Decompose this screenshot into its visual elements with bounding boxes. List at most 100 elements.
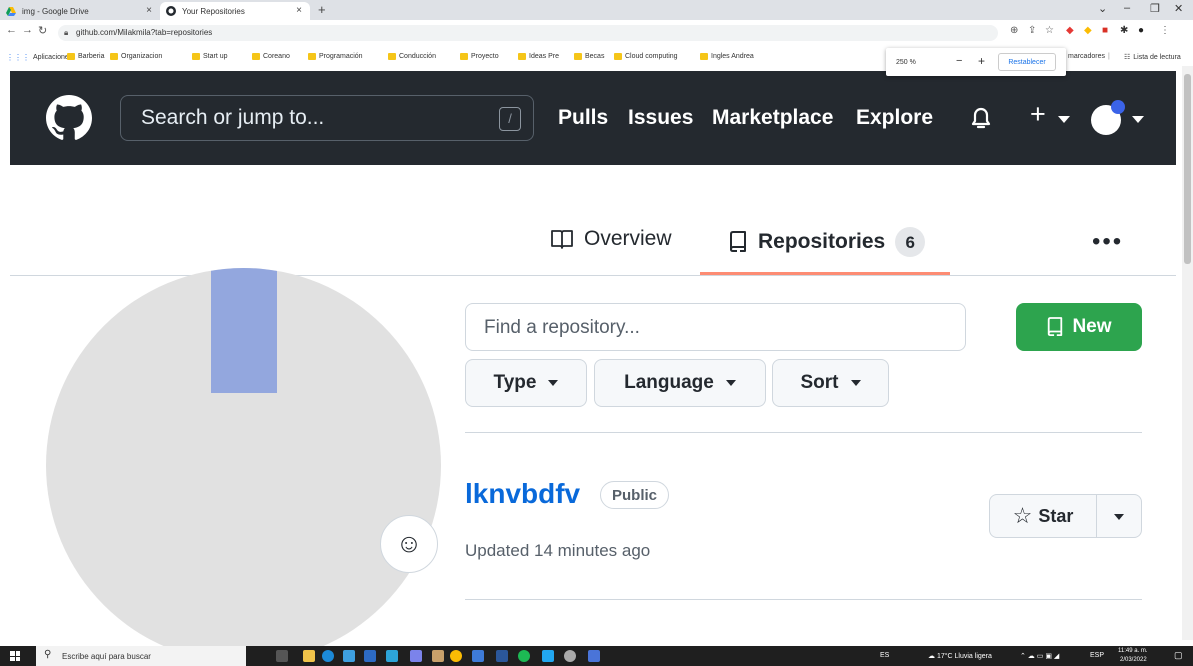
settings-gear-icon[interactable] [564, 650, 576, 662]
app-icon[interactable] [588, 650, 600, 662]
word-icon[interactable] [496, 650, 508, 662]
bookmark-item[interactable]: Cloud computing [614, 53, 678, 60]
close-window-button[interactable]: ✕ [1174, 2, 1183, 15]
tab-search-icon[interactable]: ⌄ [1098, 2, 1107, 15]
weather-widget[interactable]: ☁ 17°C Lluvia ligera [928, 652, 992, 660]
new-tab-button[interactable]: + [318, 2, 326, 17]
bookmark-label: Cloud computing [625, 53, 678, 60]
filter-sort[interactable]: Sort [772, 359, 889, 407]
profile-avatar[interactable] [46, 268, 441, 663]
chrome-icon[interactable] [450, 650, 462, 662]
bookmark-item[interactable]: Organizacion [110, 53, 162, 60]
spotify-icon[interactable] [518, 650, 530, 662]
visibility-badge: Public [600, 481, 670, 509]
app-icon[interactable] [432, 650, 444, 662]
bookmark-item[interactable]: Programación [308, 53, 363, 60]
vscode-icon[interactable] [542, 650, 554, 662]
forward-icon[interactable]: → [22, 24, 33, 36]
tab-title: Your Repositories [182, 6, 245, 16]
system-tray-icons[interactable]: ⌃ ☁ ▭ ▣ ◢ [1020, 652, 1059, 660]
windows-start-icon[interactable] [10, 651, 20, 661]
taskbar-search-input[interactable]: ⚲ Escribe aquí para buscar [36, 646, 246, 666]
close-tab-icon[interactable]: × [146, 5, 152, 16]
other-bookmarks[interactable]: marcadores | [1068, 53, 1110, 60]
nav-pulls[interactable]: Pulls [558, 106, 608, 130]
chevron-down-icon [548, 380, 559, 386]
tab-your-repositories[interactable]: Your Repositories × [160, 2, 310, 20]
maximize-button[interactable]: ❐ [1150, 2, 1160, 15]
bookmark-item[interactable]: Coreano [252, 53, 290, 60]
page-scrollbar[interactable] [1182, 66, 1193, 640]
filter-type[interactable]: Type [465, 359, 587, 407]
zoom-in-button[interactable]: + [978, 54, 985, 68]
bookmark-label: Organizacion [121, 53, 163, 60]
notifications-icon[interactable]: ▢ [1174, 650, 1183, 661]
lock-icon[interactable]: 🔒︎ [64, 28, 68, 38]
close-tab-icon[interactable]: × [296, 5, 302, 16]
extension-icon[interactable]: ■ [1102, 25, 1108, 36]
zoom-icon[interactable]: ⊕ [1010, 25, 1018, 36]
star-list-dropdown[interactable] [1096, 494, 1142, 538]
teams-icon[interactable] [410, 650, 422, 662]
tab-overview[interactable]: Overview [550, 227, 672, 251]
extension-icon[interactable]: ◆ [1066, 25, 1074, 36]
back-icon[interactable]: ← [6, 24, 17, 36]
file-explorer-icon[interactable] [303, 650, 315, 662]
bookmark-item[interactable]: Proyecto [460, 53, 499, 60]
star-button[interactable]: ☆ Star [989, 494, 1097, 538]
user-avatar[interactable] [1091, 100, 1125, 135]
nav-explore[interactable]: Explore [856, 106, 933, 130]
language-indicator[interactable]: ES [880, 652, 889, 659]
url-field[interactable]: 🔒︎ github.com/Milakmila?tab=repositories [58, 25, 998, 41]
clock-date[interactable]: 2/03/2022 [1120, 657, 1147, 663]
global-search-input[interactable]: Search or jump to... / [120, 95, 534, 141]
tab-google-drive[interactable]: img - Google Drive × [0, 2, 160, 20]
profile-content: Overview Repositories 6 ••• ☺ Find a rep… [10, 165, 1176, 663]
app-icon[interactable] [343, 650, 355, 662]
bookmark-item[interactable]: Ingles Andrea [700, 53, 754, 60]
filter-label: Type [493, 372, 537, 393]
bookmark-item[interactable]: Barberia [67, 53, 104, 60]
profile-icon[interactable]: ● [1138, 25, 1144, 36]
bookmark-star-icon[interactable]: ☆ [1045, 25, 1054, 36]
scrollbar-thumb[interactable] [1184, 74, 1191, 264]
bookmark-item[interactable]: ⋮⋮⋮ Aplicaciones [6, 53, 72, 62]
clock-time[interactable]: 11:49 a. m. [1118, 648, 1148, 654]
nav-marketplace[interactable]: Marketplace [712, 106, 833, 130]
filter-language[interactable]: Language [594, 359, 766, 407]
edge-icon[interactable] [322, 650, 334, 662]
tab-repositories[interactable]: Repositories 6 [728, 227, 926, 257]
new-repository-button[interactable]: New [1016, 303, 1142, 351]
set-status-button[interactable]: ☺ [380, 515, 438, 573]
create-new-button[interactable]: + [1030, 99, 1046, 130]
bookmark-item[interactable]: Conducción [388, 53, 436, 60]
reload-icon[interactable]: ↻ [38, 24, 47, 37]
zoom-out-button[interactable]: − [956, 55, 962, 67]
more-options-button[interactable]: ••• [1092, 228, 1123, 256]
keyboard-layout[interactable]: ESP [1090, 652, 1104, 659]
extension-icon[interactable]: ◆ [1084, 25, 1092, 36]
nav-issues[interactable]: Issues [628, 106, 693, 130]
chevron-down-icon[interactable] [1132, 116, 1144, 123]
github-logo-icon[interactable] [46, 95, 92, 141]
bookmark-item[interactable]: Start up [192, 53, 228, 60]
folder-icon [252, 53, 260, 60]
reading-list[interactable]: ☷ Lista de lectura [1124, 53, 1181, 62]
chevron-down-icon[interactable] [1058, 116, 1070, 123]
app-icon[interactable] [386, 650, 398, 662]
bookmark-item[interactable]: Becas [574, 53, 604, 60]
find-repository-input[interactable]: Find a repository... [465, 303, 966, 351]
bell-icon[interactable] [970, 105, 992, 131]
store-icon[interactable] [364, 650, 376, 662]
zoom-reset-button[interactable]: Restablecer [998, 53, 1056, 71]
share-icon[interactable]: ⇪ [1028, 25, 1036, 36]
task-view-icon[interactable] [276, 650, 288, 662]
app-icon[interactable] [472, 650, 484, 662]
bookmark-item[interactable]: Ideas Pre [518, 53, 559, 60]
minimize-button[interactable]: – [1124, 2, 1130, 14]
extensions-puzzle-icon[interactable]: ✱ [1120, 25, 1128, 36]
kebab-menu-icon[interactable]: ⋮ [1160, 25, 1170, 36]
filter-label: Language [624, 372, 714, 393]
repo-name-link[interactable]: lknvbdfv [465, 478, 580, 510]
zoom-level: 250 % [896, 59, 916, 66]
